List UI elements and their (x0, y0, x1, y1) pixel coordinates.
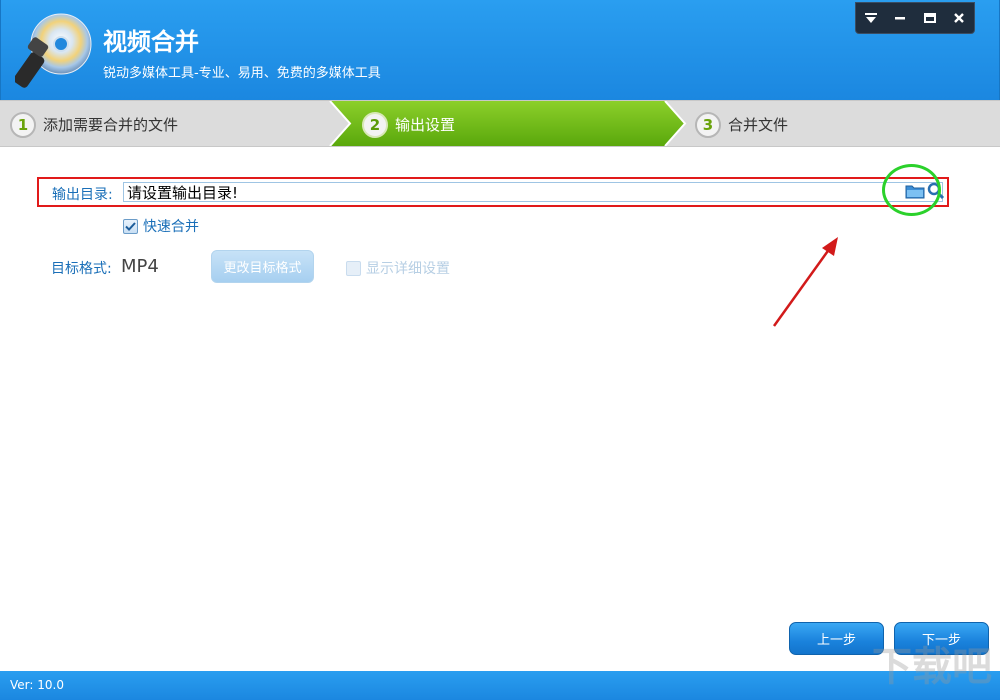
step-2: 2 输出设置 (362, 101, 455, 148)
status-bar: Ver: 10.0 (0, 671, 1000, 700)
fast-merge-checkbox[interactable]: 快速合并 (123, 216, 199, 236)
step-number: 2 (362, 111, 388, 138)
step-3: 3 合并文件 (695, 101, 788, 148)
unchecked-box-icon[interactable] (346, 260, 361, 276)
target-format-value: MP4 (121, 256, 159, 277)
output-directory-highlight: 输出目录: (37, 177, 949, 207)
show-detail-label: 显示详细设置 (366, 261, 450, 277)
step-label: 输出设置 (395, 116, 456, 134)
annotation-arrow-icon (772, 237, 838, 327)
show-detail-checkbox[interactable]: 显示详细设置 (346, 258, 450, 278)
app-logo-icon (15, 13, 92, 88)
app-subtitle: 锐动多媒体工具-专业、易用、免费的多媒体工具 (103, 66, 381, 81)
menu-button[interactable] (856, 3, 886, 33)
step-label: 添加需要合并的文件 (43, 116, 179, 134)
close-icon (954, 13, 965, 23)
menu-icon (864, 13, 877, 23)
step-number: 3 (695, 111, 721, 138)
minimize-button[interactable] (886, 3, 916, 33)
change-format-button[interactable]: 更改目标格式 (211, 250, 314, 283)
maximize-button[interactable] (915, 3, 945, 33)
maximize-icon (923, 13, 936, 23)
minimize-icon (895, 17, 906, 20)
title-bar: 视频合并 锐动多媒体工具-专业、易用、免费的多媒体工具 (0, 0, 1000, 100)
step-label: 合并文件 (728, 116, 789, 134)
window-controls (855, 2, 975, 34)
step-number: 1 (10, 111, 36, 138)
svg-text:下载吧: 下载吧 (872, 644, 992, 690)
step-1: 1 添加需要合并的文件 (10, 101, 178, 148)
target-format-label: 目标格式: (51, 261, 112, 277)
watermark-logo: 下载吧 (872, 644, 992, 690)
fast-merge-label: 快速合并 (143, 219, 199, 235)
output-directory-input[interactable] (123, 182, 943, 202)
steps-bar: 1 添加需要合并的文件 2 输出设置 3 合并文件 (0, 100, 1000, 147)
check-icon[interactable] (123, 218, 138, 234)
close-button[interactable] (945, 3, 975, 33)
output-directory-label: 输出目录: (52, 187, 113, 203)
annotation-circle (882, 164, 941, 216)
version-label: Ver: 10.0 (10, 678, 64, 692)
app-title: 视频合并 (103, 28, 199, 56)
